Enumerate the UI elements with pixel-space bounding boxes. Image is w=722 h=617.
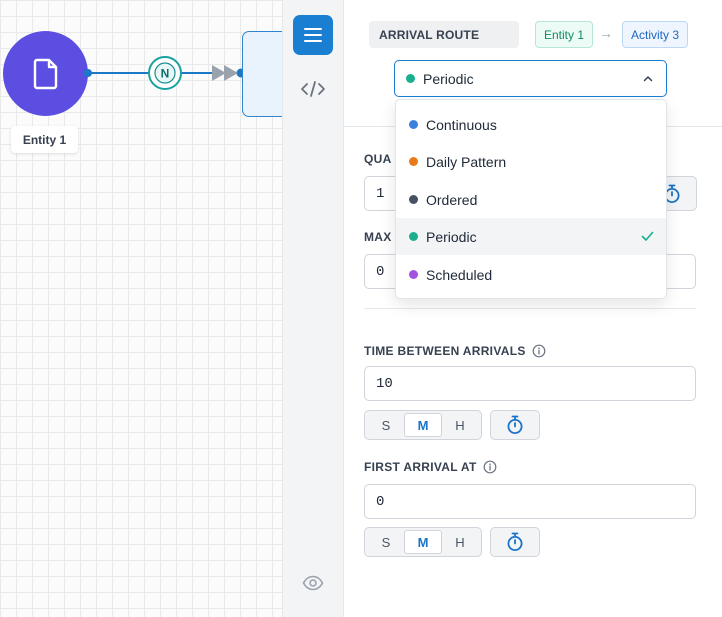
select-status-dot — [406, 74, 415, 83]
option-label: Daily Pattern — [426, 153, 507, 170]
check-icon — [641, 231, 654, 241]
option-dot — [409, 120, 418, 129]
first-arrival-unit-toggle: S M H — [364, 527, 482, 557]
first-arrival-input[interactable]: 0 — [364, 484, 696, 519]
first-arrival-label-text: FIRST ARRIVAL AT — [364, 460, 477, 474]
time-between-label-text: TIME BETWEEN ARRIVALS — [364, 344, 526, 358]
dropdown-option-ordered[interactable]: Ordered — [396, 181, 666, 218]
dropdown-option-continuous[interactable]: Continuous — [396, 106, 666, 143]
dropdown-option-periodic[interactable]: Periodic — [396, 218, 666, 255]
eye-icon — [302, 575, 324, 591]
route-arrow-icon: → — [599, 25, 613, 41]
select-value: Periodic — [423, 70, 474, 87]
option-dot — [409, 157, 418, 166]
connection-edge[interactable]: N — [0, 0, 283, 140]
time-between-unit-toggle: S M H — [364, 410, 482, 440]
option-dot — [409, 195, 418, 204]
dropdown-option-scheduled[interactable]: Scheduled — [396, 256, 666, 293]
time-between-label: TIME BETWEEN ARRIVALS — [364, 344, 546, 358]
option-label: Continuous — [426, 116, 497, 133]
unit-seconds[interactable]: S — [368, 413, 404, 437]
option-label: Scheduled — [426, 266, 493, 283]
option-dot — [409, 270, 418, 279]
unit-hours[interactable]: H — [442, 530, 478, 554]
preview-button[interactable] — [293, 563, 333, 603]
side-toolbar — [282, 0, 344, 617]
stopwatch-icon — [507, 415, 523, 434]
max-value: 0 — [376, 263, 385, 280]
info-icon[interactable] — [532, 344, 546, 358]
option-label: Ordered — [426, 191, 478, 208]
quantity-label: QUA — [364, 152, 392, 166]
quantity-value: 1 — [376, 185, 385, 202]
unit-minutes[interactable]: M — [404, 413, 442, 437]
section-divider — [364, 308, 696, 309]
arrival-type-select[interactable]: Periodic — [394, 60, 667, 97]
arrival-type-dropdown: Continuous Daily Pattern Ordered Periodi… — [395, 99, 667, 299]
route-to-chip[interactable]: Activity 3 — [622, 21, 689, 48]
activity-node[interactable] — [242, 31, 283, 117]
unit-hours[interactable]: H — [442, 413, 478, 437]
unit-minutes[interactable]: M — [404, 530, 442, 554]
route-from-chip[interactable]: Entity 1 — [535, 21, 594, 48]
unit-seconds[interactable]: S — [368, 530, 404, 554]
flow-canvas[interactable]: Entity 1 N — [0, 0, 283, 617]
option-dot — [409, 232, 418, 241]
arrival-route-label: ARRIVAL ROUTE — [369, 21, 519, 48]
edge-badge: N — [161, 67, 170, 81]
dropdown-option-daily-pattern[interactable]: Daily Pattern — [396, 143, 666, 180]
option-label: Periodic — [426, 228, 477, 245]
info-icon[interactable] — [483, 460, 497, 474]
first-arrival-value: 0 — [376, 493, 385, 510]
first-arrival-timer-button[interactable] — [490, 527, 540, 557]
first-arrival-label: FIRST ARRIVAL AT — [364, 460, 497, 474]
code-button[interactable] — [293, 69, 333, 109]
chevron-up-icon — [643, 76, 653, 82]
code-icon — [301, 81, 325, 97]
time-between-timer-button[interactable] — [490, 410, 540, 440]
menu-button[interactable] — [293, 15, 333, 55]
time-between-input[interactable]: 10 — [364, 366, 696, 401]
max-label: MAX — [364, 230, 392, 244]
menu-icon — [304, 28, 322, 42]
stopwatch-icon — [507, 532, 523, 551]
time-between-value: 10 — [376, 375, 393, 392]
properties-panel: ARRIVAL ROUTE Entity 1 → Activity 3 Peri… — [344, 0, 722, 617]
